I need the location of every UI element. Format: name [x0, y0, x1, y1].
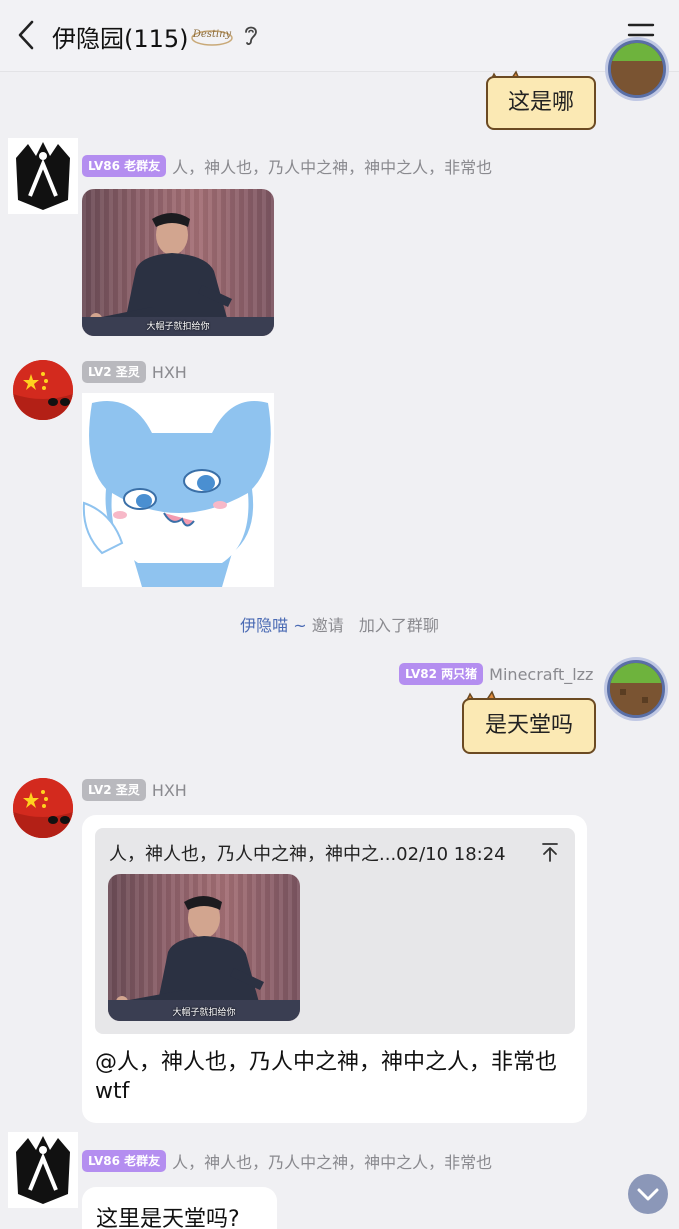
level-badge: LV2 圣灵: [82, 361, 146, 383]
sticker-message[interactable]: [82, 393, 274, 587]
sender-name[interactable]: HXH: [152, 363, 187, 382]
chevron-down-icon: [637, 1188, 659, 1201]
sender-row: LV2 圣灵 HXH: [82, 360, 187, 384]
member-avatar[interactable]: [13, 360, 73, 420]
self-avatar[interactable]: [607, 660, 665, 718]
pin-top-icon[interactable]: [541, 842, 559, 862]
member-avatar[interactable]: [13, 778, 73, 838]
chat-header: 伊隐园(115) Destiny: [0, 0, 679, 72]
ear-icon[interactable]: [240, 22, 262, 48]
sender-row: LV82 两只猪 Minecraft_lzz: [399, 662, 593, 686]
man-gesturing-figure: [82, 213, 274, 336]
message-bubble[interactable]: 这是哪: [486, 76, 596, 130]
group-title[interactable]: 伊隐园(115): [52, 19, 189, 54]
back-arrow-icon[interactable]: [12, 18, 42, 52]
system-action: 邀请: [311, 616, 344, 635]
sender-name[interactable]: HXH: [152, 781, 187, 800]
image-message[interactable]: 大帽子就扣给你: [82, 189, 274, 336]
blue-cat-sticker: [82, 401, 271, 587]
sender-name[interactable]: 人，神人也，乃人中之神，神中之人，非常也: [172, 154, 492, 178]
man-gesturing-figure: [108, 896, 300, 1021]
system-result: 加入了群聊: [358, 616, 439, 635]
message-bubble[interactable]: 这里是天堂吗?: [82, 1187, 277, 1229]
level-badge: LV82 两只猪: [399, 663, 484, 685]
level-badge: LV2 圣灵: [82, 779, 146, 801]
sender-row: LV2 圣灵 HXH: [82, 778, 187, 802]
inviter-name[interactable]: 伊隐喵 ~: [240, 616, 307, 635]
level-badge: LV86 老群友: [82, 155, 167, 177]
member-avatar[interactable]: [8, 138, 78, 214]
level-badge: LV86 老群友: [82, 1150, 167, 1172]
sender-name[interactable]: 人，神人也，乃人中之神，神中之人，非常也: [172, 1149, 492, 1173]
image-caption: 大帽子就扣给你: [146, 322, 210, 332]
reply-text: @人，神人也，乃人中之神，神中之人，非常也 wtf: [95, 1050, 558, 1104]
image-caption: 大帽子就扣给你: [172, 1008, 236, 1018]
quoted-message[interactable]: 人，神人也，乃人中之神，神中之...02/10 18:24 大帽子就扣给你: [95, 828, 575, 1034]
system-join-message: 伊隐喵 ~ 邀请 加入了群聊: [0, 612, 679, 636]
member-avatar[interactable]: [8, 1132, 78, 1208]
self-avatar[interactable]: [608, 40, 666, 98]
sender-row: LV86 老群友 人，神人也，乃人中之神，神中之人，非常也: [82, 154, 492, 178]
sender-row: LV86 老群友 人，神人也，乃人中之神，神中之人，非常也: [82, 1149, 492, 1173]
message-bubble[interactable]: 是天堂吗: [462, 698, 596, 754]
scroll-to-bottom-button[interactable]: [628, 1174, 668, 1214]
quoted-image[interactable]: 大帽子就扣给你: [108, 874, 300, 1021]
svg-text:Destiny: Destiny: [192, 29, 232, 40]
quoted-message-header: 人，神人也，乃人中之神，神中之...02/10 18:24: [109, 844, 506, 865]
group-decoration-badge: Destiny: [190, 22, 234, 48]
sender-name[interactable]: Minecraft_lzz: [489, 665, 593, 684]
